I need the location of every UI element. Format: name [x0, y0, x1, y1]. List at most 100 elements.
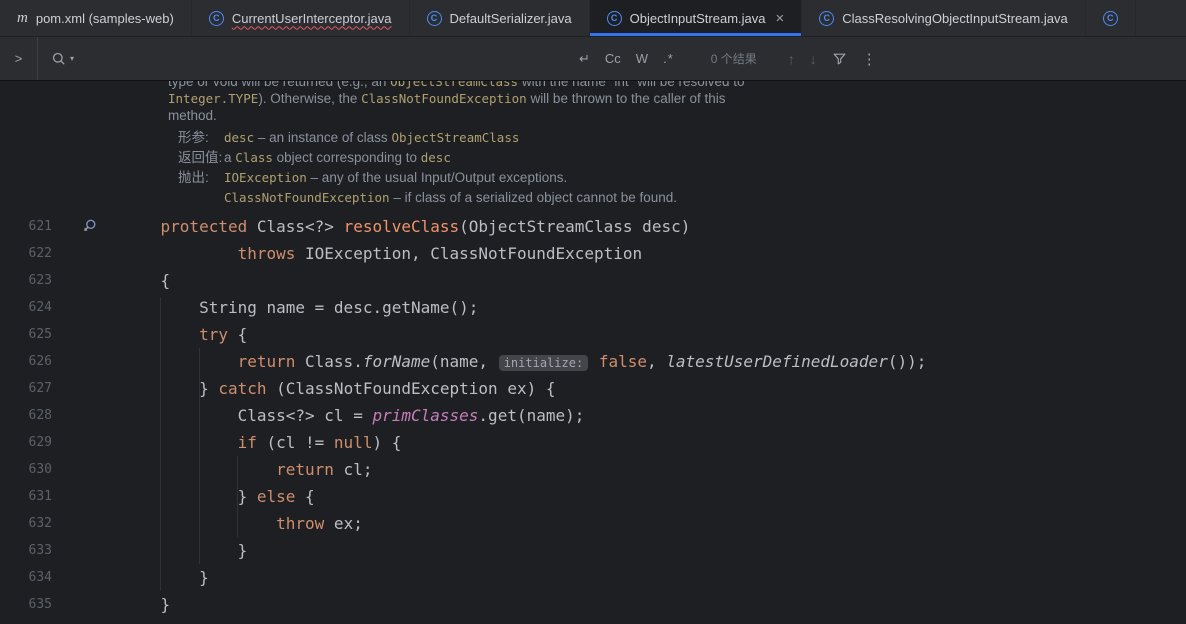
javadoc-section-label: 返回值:	[178, 150, 223, 165]
line-number: 624	[28, 300, 52, 315]
gutter	[52, 483, 122, 510]
code-line: 624 String name = desc.getName();	[0, 294, 1186, 321]
gutter	[52, 294, 122, 321]
javadoc-section-label: 抛出:	[178, 170, 209, 185]
search-history-chevron-icon[interactable]: ▾	[70, 54, 74, 63]
code-line: 628 Class<?> cl = primClasses.get(name);	[0, 402, 1186, 429]
gutter	[52, 240, 122, 267]
words-button[interactable]: W	[636, 51, 648, 66]
tab-label: pom.xml (samples-web)	[35, 10, 174, 26]
gutter	[52, 564, 122, 591]
code-line: 632 throw ex;	[0, 510, 1186, 537]
line-number: 622	[28, 246, 52, 261]
javadoc-text-line: type or void will be returned (e.g., an …	[168, 81, 745, 89]
code-text: }	[122, 568, 209, 587]
search-results-count: 0 个结果	[710, 52, 757, 66]
gutter	[52, 537, 122, 564]
previous-match-button[interactable]: ↑	[788, 51, 795, 67]
tab-classresolvingobjectinputstream-java[interactable]: C ClassResolvingObjectInputStream.java	[802, 0, 1086, 36]
match-case-button[interactable]: Cc	[605, 51, 621, 66]
line-number: 621	[28, 219, 52, 234]
code-text: if (cl != null) {	[237, 433, 402, 452]
code-line: 629 if (cl != null) {	[0, 429, 1186, 456]
line-number: 629	[28, 435, 52, 450]
gutter	[52, 510, 122, 537]
overridden-method-gutter-icon[interactable]	[82, 218, 98, 234]
code-text: }	[122, 541, 248, 560]
line-number: 633	[28, 543, 52, 558]
javadoc-section-line: 抛出: IOException – any of the usual Input/…	[168, 168, 1186, 188]
newline-button[interactable]: ↵	[579, 51, 590, 67]
find-expand-button[interactable]: >	[0, 37, 38, 80]
chevron-right-icon: >	[14, 51, 23, 66]
gutter	[52, 456, 122, 483]
javadoc-section-line: 返回值: a Class object corresponding to desc	[168, 148, 1186, 168]
gutter	[52, 591, 122, 618]
tab-pom-xml-samples-web[interactable]: m pom.xml (samples-web)	[0, 0, 192, 36]
code-text: } catch (ClassNotFoundException ex) {	[122, 379, 556, 398]
line-number: 627	[28, 381, 52, 396]
indent-guide	[237, 456, 238, 537]
close-tab-icon[interactable]: ×	[776, 11, 785, 26]
code-text: Class<?> cl = primClasses.get(name);	[122, 406, 585, 425]
code-text: throws IOException, ClassNotFoundExcepti…	[237, 244, 643, 263]
maven-icon: m	[17, 9, 28, 26]
line-number: 626	[28, 354, 52, 369]
more-options-button[interactable]: ⋮	[862, 50, 877, 68]
find-search-input[interactable]: ▾	[38, 37, 579, 80]
line-number: 630	[28, 462, 52, 477]
javadoc-section-line: ClassNotFoundException – if class of a s…	[224, 190, 678, 205]
find-bar: > ▾ ↵ Cc W .* 0 个结果 ↑ ↓ ⋮	[0, 37, 1186, 81]
code-line: 626 return Class.forName(name, initializ…	[0, 348, 1186, 375]
javadoc-section-label: 形参:	[178, 130, 209, 145]
tab-label: ObjectInputStream.java	[629, 10, 766, 26]
java-class-icon: C	[1102, 10, 1118, 26]
java-class-icon: C	[208, 10, 224, 26]
code-editor[interactable]: type or void will be returned (e.g., an …	[0, 81, 1186, 624]
gutter	[52, 375, 122, 402]
code-line: 633 }	[0, 537, 1186, 564]
search-icon	[52, 52, 65, 65]
code-line: 623 {	[0, 267, 1186, 294]
gutter	[52, 402, 122, 429]
javadoc-text-line: method.	[168, 108, 217, 123]
tab-defaultserializer-java[interactable]: C DefaultSerializer.java	[410, 0, 590, 36]
regex-button[interactable]: .*	[663, 51, 674, 66]
gutter	[52, 267, 122, 294]
code-text: try {	[199, 325, 248, 344]
code-text: {	[122, 271, 171, 290]
filter-icon[interactable]	[832, 51, 847, 66]
code-line: 631 } else {	[0, 483, 1186, 510]
line-number: 635	[28, 597, 52, 612]
ide-window: m pom.xml (samples-web) C CurrentUserInterc…	[0, 0, 1186, 624]
code-text: } else {	[122, 487, 315, 506]
inlay-hint: initialize:	[498, 355, 589, 371]
code-text: String name = desc.getName();	[122, 298, 479, 317]
line-number: 632	[28, 516, 52, 531]
code-line: 621 protected Class<?> resolveClass(Obje…	[0, 213, 1186, 240]
line-number: 625	[28, 327, 52, 342]
tab-label: CurrentUserInterceptor.java	[231, 10, 392, 26]
tab-objectinputstream-java[interactable]: C ObjectInputStream.java ×	[589, 0, 803, 36]
java-class-icon: C	[606, 10, 622, 26]
code-lines: 621 protected Class<?> resolveClass(Obje…	[0, 213, 1186, 618]
tab-partial[interactable]: C	[1086, 0, 1136, 36]
code-text: return Class.forName(name, initialize: f…	[237, 352, 927, 371]
code-line: 635 }	[0, 591, 1186, 618]
code-text: protected Class<?> resolveClass(ObjectSt…	[160, 217, 691, 236]
editor-tab-bar: m pom.xml (samples-web) C CurrentUserInterc…	[0, 0, 1186, 37]
tab-currentuserinterceptor-java[interactable]: C CurrentUserInterceptor.java	[192, 0, 410, 36]
javadoc-text-line: Integer.TYPE). Otherwise, the ClassNotFo…	[168, 91, 726, 106]
code-text: }	[122, 595, 171, 614]
code-line: 630 return cl;	[0, 456, 1186, 483]
gutter	[52, 429, 122, 456]
java-class-icon: C	[819, 10, 835, 26]
find-controls: ↵ Cc W .* 0 个结果 ↑ ↓ ⋮	[579, 50, 877, 68]
java-class-icon: C	[426, 10, 442, 26]
code-line: 622 throws IOException, ClassNotFoundExc…	[0, 240, 1186, 267]
next-match-button[interactable]: ↓	[810, 51, 817, 67]
line-number: 631	[28, 489, 52, 504]
line-number: 623	[28, 273, 52, 288]
tab-label: ClassResolvingObjectInputStream.java	[842, 10, 1068, 26]
indent-guide	[160, 297, 161, 591]
